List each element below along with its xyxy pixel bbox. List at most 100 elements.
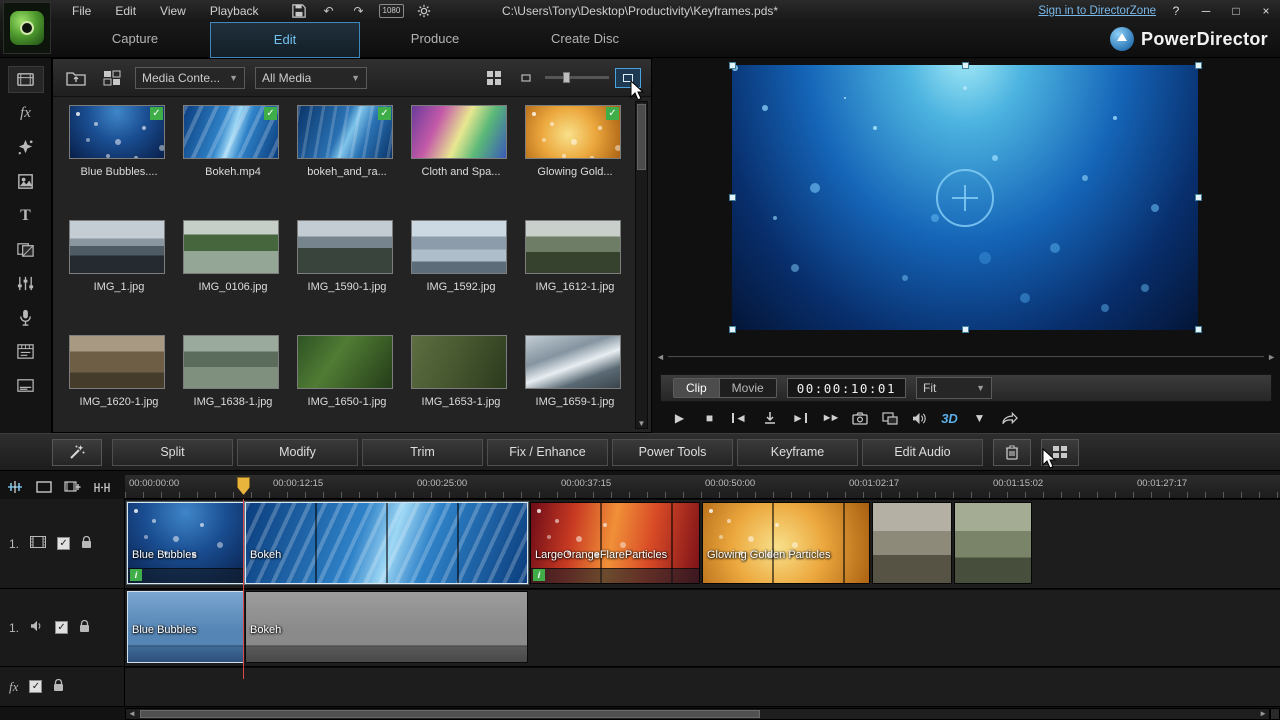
library-item[interactable]: IMG_1653-1.jpg bbox=[411, 335, 511, 431]
tab-edit[interactable]: Edit bbox=[210, 22, 360, 58]
track-height-icon[interactable] bbox=[91, 478, 113, 496]
storyboard-view-button[interactable] bbox=[1041, 439, 1079, 466]
timeline-video-clip[interactable] bbox=[872, 502, 952, 584]
library-item[interactable]: ✓Blue Bubbles.... bbox=[69, 105, 169, 220]
library-thumbnail[interactable]: ✓ bbox=[183, 105, 279, 159]
subtitle-room-icon[interactable] bbox=[8, 372, 44, 399]
toolbar-button-modify[interactable]: Modify bbox=[237, 439, 358, 466]
library-thumbnail[interactable] bbox=[525, 335, 621, 389]
grid-view-icon[interactable] bbox=[481, 67, 507, 89]
library-item[interactable]: IMG_0106.jpg bbox=[183, 220, 283, 335]
audio-mixing-room-icon[interactable] bbox=[8, 270, 44, 297]
play-button[interactable]: ▶ bbox=[668, 408, 691, 428]
chapter-room-icon[interactable] bbox=[8, 338, 44, 365]
movie-toggle-button[interactable]: Movie bbox=[720, 379, 776, 397]
toolbar-button-edit-audio[interactable]: Edit Audio bbox=[862, 439, 983, 466]
title-room-icon[interactable]: T bbox=[8, 202, 44, 229]
fx-track-lane[interactable] bbox=[125, 667, 1280, 707]
small-thumbnail-icon[interactable] bbox=[513, 67, 539, 89]
hscrollbar-thumb[interactable] bbox=[140, 710, 760, 718]
thumbnail-zoom-slider[interactable] bbox=[545, 76, 609, 79]
menu-playback[interactable]: Playback bbox=[198, 4, 271, 18]
track-lock-icon[interactable] bbox=[81, 536, 92, 552]
timeline-video-clip[interactable]: Glowing Golden Particles bbox=[702, 502, 870, 584]
3d-mode-button[interactable]: 3D bbox=[938, 408, 961, 428]
library-item[interactable]: IMG_1592.jpg bbox=[411, 220, 511, 335]
library-item[interactable]: ✓bokeh_and_ra... bbox=[297, 105, 397, 220]
zoom-slider-thumb[interactable] bbox=[563, 72, 570, 83]
library-thumbnail[interactable] bbox=[525, 220, 621, 274]
toolbar-button-power-tools[interactable]: Power Tools bbox=[612, 439, 733, 466]
library-thumbnail[interactable] bbox=[297, 220, 393, 274]
toolbar-button-fix-enhance[interactable]: Fix / Enhance bbox=[487, 439, 608, 466]
menu-edit[interactable]: Edit bbox=[103, 4, 148, 18]
help-button[interactable]: ? bbox=[1166, 4, 1186, 18]
preview-window-icon[interactable] bbox=[878, 408, 901, 428]
library-thumbnail[interactable] bbox=[183, 335, 279, 389]
minimize-button[interactable]: ─ bbox=[1196, 4, 1216, 18]
timeline-video-clip[interactable]: Blue Bubblesi bbox=[127, 502, 244, 584]
seek-to-button[interactable] bbox=[758, 408, 781, 428]
tab-create-disc[interactable]: Create Disc bbox=[510, 22, 660, 58]
timeline-video-clip[interactable]: LargeOrangeFlareParticlesi bbox=[530, 502, 700, 584]
track-view-icon[interactable] bbox=[33, 478, 55, 496]
scroll-left-icon[interactable]: ◄ bbox=[128, 709, 136, 718]
magic-wand-button[interactable] bbox=[52, 439, 102, 466]
library-thumbnail[interactable] bbox=[411, 105, 507, 159]
library-thumbnail[interactable]: ✓ bbox=[297, 105, 393, 159]
audio-track-lane[interactable]: Blue BubblesBokeh bbox=[125, 589, 1280, 667]
preview-seek-bar[interactable]: ◄ ► bbox=[656, 351, 1276, 363]
toolbar-button-trim[interactable]: Trim bbox=[362, 439, 483, 466]
voiceover-room-icon[interactable] bbox=[8, 304, 44, 331]
library-thumbnail[interactable] bbox=[411, 335, 507, 389]
selection-handle[interactable] bbox=[962, 62, 969, 69]
track-enable-checkbox[interactable]: ✓ bbox=[57, 537, 70, 550]
library-item[interactable]: IMG_1650-1.jpg bbox=[297, 335, 397, 431]
tab-produce[interactable]: Produce bbox=[360, 22, 510, 58]
download-media-icon[interactable] bbox=[99, 67, 125, 89]
timeline-hscrollbar[interactable]: ◄ ► bbox=[125, 708, 1270, 720]
toolbar-button-split[interactable]: Split bbox=[112, 439, 233, 466]
large-thumbnail-button[interactable] bbox=[615, 68, 641, 88]
timeline-video-clip[interactable]: Bokeh bbox=[245, 502, 528, 584]
previous-frame-button[interactable]: ◄ bbox=[728, 408, 751, 428]
library-item[interactable]: IMG_1620-1.jpg bbox=[69, 335, 169, 431]
track-enable-checkbox[interactable]: ✓ bbox=[55, 621, 68, 634]
library-scrollbar[interactable]: ▲ ▼ bbox=[635, 101, 648, 429]
media-filter-dropdown[interactable]: All Media▼ bbox=[255, 67, 367, 89]
pip-objects-room-icon[interactable] bbox=[8, 168, 44, 195]
clip-toggle-button[interactable]: Clip bbox=[674, 379, 720, 397]
seek-left-icon[interactable]: ◄ bbox=[656, 352, 665, 362]
library-item[interactable]: IMG_1638-1.jpg bbox=[183, 335, 283, 431]
transition-room-icon[interactable] bbox=[8, 236, 44, 263]
next-frame-button[interactable]: ► bbox=[788, 408, 811, 428]
library-item[interactable]: IMG_1659-1.jpg bbox=[525, 335, 625, 431]
library-thumbnail[interactable] bbox=[69, 335, 165, 389]
library-item[interactable]: IMG_1612-1.jpg bbox=[525, 220, 625, 335]
preview-frame[interactable] bbox=[732, 65, 1198, 330]
stop-button[interactable]: ■ bbox=[698, 408, 721, 428]
selection-handle[interactable] bbox=[962, 326, 969, 333]
3d-dropdown-icon[interactable]: ▼ bbox=[968, 408, 991, 428]
maximize-button[interactable]: □ bbox=[1226, 4, 1246, 18]
menu-file[interactable]: File bbox=[60, 4, 103, 18]
tab-capture[interactable]: Capture bbox=[60, 22, 210, 58]
effect-room-icon[interactable]: fx bbox=[8, 100, 44, 127]
track-enable-checkbox[interactable]: ✓ bbox=[29, 680, 42, 693]
scroll-right-icon[interactable]: ► bbox=[1259, 709, 1267, 718]
toolbar-button-keyframe[interactable]: Keyframe bbox=[737, 439, 858, 466]
save-icon[interactable] bbox=[289, 3, 309, 19]
keyframe-target-icon[interactable] bbox=[936, 169, 994, 227]
timeline-ruler[interactable]: 00:00:00:0000:00:12:1500:00:25:0000:00:3… bbox=[125, 475, 1280, 499]
close-button[interactable]: × bbox=[1256, 4, 1276, 18]
library-thumbnail[interactable]: ✓ bbox=[525, 105, 621, 159]
media-room-icon[interactable] bbox=[8, 66, 44, 93]
selection-handle[interactable] bbox=[729, 326, 736, 333]
video-track-lane[interactable]: Blue BubblesiBokehLargeOrangeFlarePartic… bbox=[125, 499, 1280, 589]
import-media-icon[interactable] bbox=[63, 67, 89, 89]
volume-speaker-icon[interactable] bbox=[908, 408, 931, 428]
scrollbar-thumb[interactable] bbox=[637, 104, 646, 170]
timeline-audio-clip[interactable]: Blue Bubbles bbox=[127, 591, 244, 663]
selection-handle[interactable] bbox=[1195, 194, 1202, 201]
library-item[interactable]: IMG_1590-1.jpg bbox=[297, 220, 397, 335]
